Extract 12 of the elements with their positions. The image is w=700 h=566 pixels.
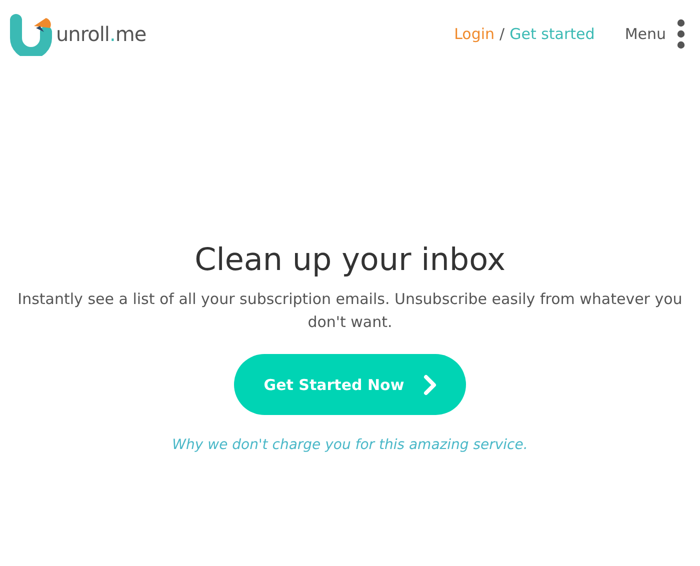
login-link[interactable]: Login (454, 25, 495, 43)
why-free-link[interactable]: Why we don't charge you for this amazing service. (172, 437, 528, 453)
logo-icon (10, 12, 52, 56)
menu-button[interactable]: Menu (624, 19, 686, 49)
hero-title: Clean up your inbox (194, 242, 506, 278)
logo-text: unroll.me (56, 22, 146, 46)
chevron-right-icon (422, 374, 438, 396)
hero-subtitle: Instantly see a list of all your subscription emails. Unsubscribe easily from whatever you don't want. (16, 289, 684, 333)
get-started-link[interactable]: Get started (510, 25, 595, 43)
get-started-now-button[interactable]: Get Started Now (234, 354, 466, 415)
separator: / (500, 25, 505, 43)
menu-icon (676, 19, 686, 49)
